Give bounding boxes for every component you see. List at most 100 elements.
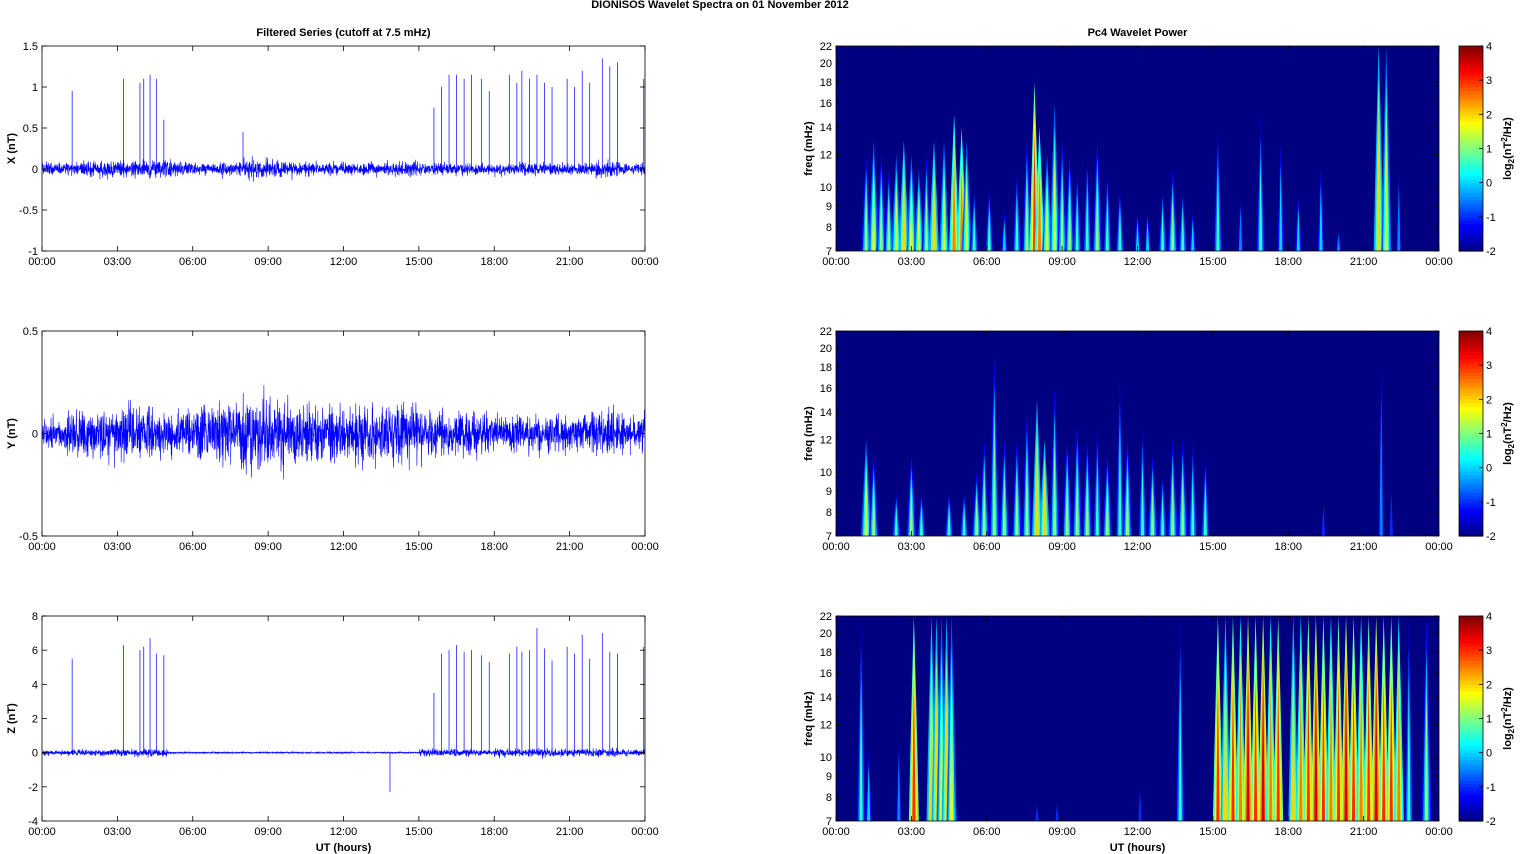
colorbar-segment <box>1459 365 1483 370</box>
y-tick-label: 10 <box>820 182 832 194</box>
colorbar-segment <box>1459 334 1483 339</box>
y-axis-label: X (nT) <box>6 133 18 164</box>
colorbar-segment <box>1459 670 1483 675</box>
colorbar-segment <box>1459 83 1483 88</box>
colorbar-segment <box>1459 104 1483 109</box>
x-tick-label: 09:00 <box>254 826 282 838</box>
y-tick-label: 8 <box>826 507 832 519</box>
y-tick-label: 14 <box>820 407 832 419</box>
colorbar-segment <box>1459 378 1483 383</box>
y-tick-label: -4 <box>28 816 38 828</box>
colorbar-segment <box>1459 138 1483 143</box>
colorbar-segment <box>1459 375 1483 380</box>
colorbar-segment <box>1459 69 1483 74</box>
timeseries-axes-frame <box>41 45 646 252</box>
colorbar-segment <box>1459 56 1483 61</box>
x-axis-label: UT (hours) <box>316 842 372 854</box>
colorbar-segment <box>1459 114 1483 119</box>
colorbar-tick-label: 1 <box>1486 714 1492 726</box>
colorbar-segment <box>1459 766 1483 771</box>
x-tick-label: 03:00 <box>898 256 926 268</box>
y-tick-label: 9 <box>826 771 832 783</box>
y-axis-label: freq (mHz) <box>803 691 815 746</box>
colorbar-segment <box>1459 718 1483 723</box>
y-tick-label: 22 <box>820 326 832 338</box>
colorbar-segment <box>1459 344 1483 349</box>
colorbar-segment <box>1459 512 1483 517</box>
colorbar-tick-label: 2 <box>1486 109 1492 121</box>
colorbar-segment <box>1459 413 1483 418</box>
y-tick-label: 18 <box>820 77 832 89</box>
y-tick-label: 16 <box>820 98 832 110</box>
colorbar-segment <box>1459 186 1483 191</box>
colorbar-segment <box>1459 131 1483 136</box>
colorbar: -2 -1 0 1 2 3 4 log2(nT2/Hz) <box>1458 41 1516 258</box>
colorbar-tick-label: 3 <box>1486 75 1492 87</box>
x-tick-label: 15:00 <box>1199 541 1227 553</box>
colorbar-segment <box>1459 721 1483 726</box>
colorbar-segment <box>1459 155 1483 160</box>
colorbar-segment <box>1459 657 1483 662</box>
y-tick-label: 14 <box>820 692 832 704</box>
y-tick-label: 16 <box>820 668 832 680</box>
colorbar-segment <box>1459 52 1483 57</box>
colorbar-segment <box>1459 477 1483 482</box>
x-tick-label: 09:00 <box>254 256 282 268</box>
x-tick-label: 06:00 <box>179 541 207 553</box>
colorbar-segment <box>1459 616 1483 621</box>
x-tick-label: 03:00 <box>104 541 132 553</box>
x-tick-label: 09:00 <box>1048 256 1076 268</box>
colorbar-segment <box>1459 210 1483 215</box>
x-tick-label: 03:00 <box>898 541 926 553</box>
colorbar-segment <box>1459 460 1483 465</box>
colorbar-segment <box>1459 348 1483 353</box>
colorbar-segment <box>1459 124 1483 129</box>
colorbar-segment <box>1459 192 1483 197</box>
colorbar-label-log: log <box>1502 733 1514 750</box>
colorbar-segment <box>1459 739 1483 744</box>
colorbar-segment <box>1459 515 1483 520</box>
x-tick-label: 06:00 <box>973 256 1001 268</box>
colorbar-segment <box>1459 653 1483 658</box>
x-tick-label: 09:00 <box>254 541 282 553</box>
colorbar-segment <box>1459 128 1483 133</box>
colorbar-segment <box>1459 807 1483 812</box>
colorbar-segment <box>1459 450 1483 455</box>
colorbar-segment <box>1459 518 1483 523</box>
y-axis-label: Y (nT) <box>6 418 18 449</box>
x-axis-label: UT (hours) <box>1110 842 1166 854</box>
colorbar-segment <box>1459 667 1483 672</box>
y-tick-label: 12 <box>820 720 832 732</box>
colorbar-segment <box>1459 87 1483 92</box>
colorbar-segment <box>1459 773 1483 778</box>
colorbar-segment <box>1459 175 1483 180</box>
x-tick-label: 03:00 <box>104 826 132 838</box>
colorbar-segment <box>1459 626 1483 631</box>
figure: 00:00 03:00 06:00 09:00 12:00 15:00 18:00 21:00… <box>6 27 1516 854</box>
colorbar-segment <box>1459 416 1483 421</box>
colorbar-segment <box>1459 471 1483 476</box>
colorbar-segment <box>1459 708 1483 713</box>
y-axis-label: freq (mHz) <box>803 406 815 461</box>
x-tick-label: 06:00 <box>179 826 207 838</box>
colorbar-segment <box>1459 440 1483 445</box>
colorbar-segment <box>1459 402 1483 407</box>
y-tick-label: -1 <box>28 246 38 258</box>
x-tick-label: 12:00 <box>330 541 358 553</box>
spectrogram-background <box>836 331 1439 536</box>
colorbar-segment <box>1459 443 1483 448</box>
timeseries-axes-frame <box>41 615 646 822</box>
colorbar-segment <box>1459 134 1483 139</box>
colorbar-segment <box>1459 776 1483 781</box>
x-tick-label: 09:00 <box>1048 826 1076 838</box>
y-tick-label: 0 <box>32 429 38 441</box>
x-tick-label: 00:00 <box>1425 826 1453 838</box>
y-tick-label: 18 <box>820 647 832 659</box>
colorbar-segment <box>1459 351 1483 356</box>
wavelet-panel-3: 00:00 03:00 06:00 09:00 12:00 15:00 18:00 21:00… <box>803 611 1516 854</box>
colorbar-segment <box>1459 337 1483 342</box>
x-tick-label: 21:00 <box>556 541 584 553</box>
y-tick-label: 12 <box>820 150 832 162</box>
y-tick-label: 4 <box>32 679 38 691</box>
y-tick-label: 7 <box>826 816 832 828</box>
